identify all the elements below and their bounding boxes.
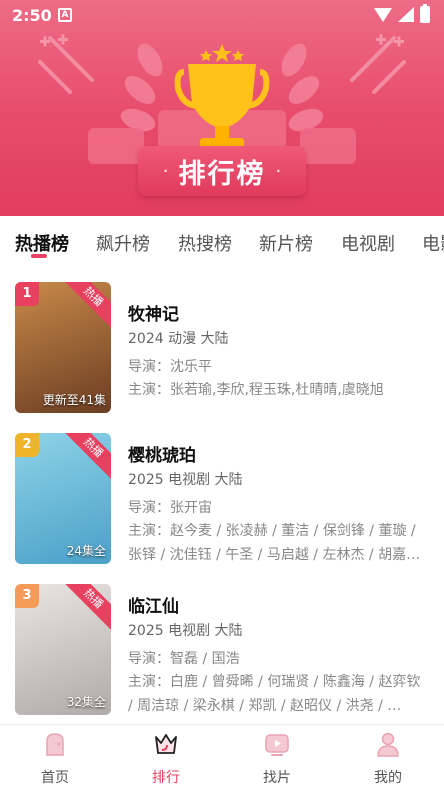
poster-image[interactable]: 3 热播 32集全 (15, 584, 111, 715)
signal-icon (398, 7, 414, 22)
nav-ranking[interactable]: 排行 (126, 731, 206, 787)
ranking-tabs: 热播榜 飙升榜 热搜榜 新片榜 电视剧 电影 (0, 216, 444, 266)
item-director: 导演：沈乐平 (128, 359, 212, 375)
item-meta: 2025 电视剧 大陆 (128, 472, 243, 488)
wifi-icon (374, 7, 392, 22)
episode-status: 32集全 (66, 695, 106, 709)
ranking-banner: 2:50 A · 排行榜 · (0, 0, 444, 216)
nav-ranking-label: 排行 (152, 770, 180, 786)
ranking-list: 1 热播 更新至41集 牧神记 2024 动漫 大陆 导演：沈乐平 主演：张若瑜… (0, 266, 444, 724)
rank-badge: 1 (15, 282, 39, 306)
status-time: 2:50 (12, 6, 52, 25)
nav-home[interactable]: 首页 (15, 731, 95, 787)
item-director: 导演：智磊 / 国浩 (128, 651, 240, 667)
item-actors: 主演：白鹿 / 曾舜晞 / 何瑞贤 / 陈鑫海 / 赵弈钦 / 周洁琼 / 梁永… (128, 674, 421, 714)
item-meta: 2024 动漫 大陆 (128, 331, 229, 347)
list-item[interactable]: 3 热播 32集全 临江仙 2025 电视剧 大陆 导演：智磊 / 国浩 主演：… (0, 584, 444, 724)
hot-badge: 热播 (58, 282, 111, 332)
episode-status: 更新至41集 (42, 393, 106, 407)
tab-rising[interactable]: 飙升榜 (96, 230, 150, 256)
item-title[interactable]: 牧神记 (128, 300, 179, 325)
nav-profile[interactable]: 我的 (348, 731, 428, 787)
banner-title-plate: · 排行榜 · (138, 146, 306, 196)
hot-badge: 热播 (58, 584, 111, 634)
item-meta: 2025 电视剧 大陆 (128, 623, 243, 639)
banner-dot-left: · (162, 160, 169, 182)
profile-icon (377, 732, 399, 757)
tab-new-release[interactable]: 新片榜 (259, 230, 313, 256)
tab-hot-play[interactable]: 热播榜 (15, 230, 69, 256)
bottom-navigation: 首页 排行 找片 我的 (0, 724, 444, 791)
nav-home-label: 首页 (41, 770, 69, 786)
list-item[interactable]: 2 热播 24集全 樱桃琥珀 2025 电视剧 大陆 导演：张开宙 主演：赵今麦… (0, 433, 444, 583)
poster-image[interactable]: 2 热播 24集全 (15, 433, 111, 564)
page-title: 排行榜 (178, 158, 266, 190)
list-item[interactable]: 1 热播 更新至41集 牧神记 2024 动漫 大陆 导演：沈乐平 主演：张若瑜… (0, 282, 444, 432)
tab-active-indicator (31, 254, 47, 258)
item-title[interactable]: 樱桃琥珀 (128, 441, 196, 466)
tab-hot-search[interactable]: 热搜榜 (178, 230, 232, 256)
rank-badge: 2 (15, 433, 39, 457)
nav-find[interactable]: 找片 (237, 731, 317, 787)
rank-badge: 3 (15, 584, 39, 608)
nav-profile-label: 我的 (374, 770, 402, 786)
crown-icon (155, 734, 177, 754)
home-icon (46, 733, 64, 756)
nav-find-label: 找片 (263, 770, 291, 786)
play-search-icon (265, 734, 289, 756)
item-actors: 主演：赵今麦 / 张凌赫 / 董洁 / 保剑锋 / 董璇 / 张铎 / 沈佳钰 … (128, 523, 421, 563)
item-title[interactable]: 临江仙 (128, 592, 179, 617)
notification-icon: A (58, 8, 72, 22)
poster-image[interactable]: 1 热播 更新至41集 (15, 282, 111, 413)
tab-tv-series[interactable]: 电视剧 (341, 230, 395, 256)
hot-badge: 热播 (58, 433, 111, 483)
item-director: 导演：张开宙 (128, 500, 212, 516)
tab-movie[interactable]: 电影 (422, 230, 444, 256)
banner-dot-right: · (275, 160, 282, 182)
episode-status: 24集全 (66, 544, 106, 558)
status-bar: 2:50 A (0, 0, 444, 30)
item-actors: 主演：张若瑜,李欣,程玉珠,杜晴晴,虞晓旭 (128, 382, 384, 398)
battery-icon (420, 4, 430, 23)
